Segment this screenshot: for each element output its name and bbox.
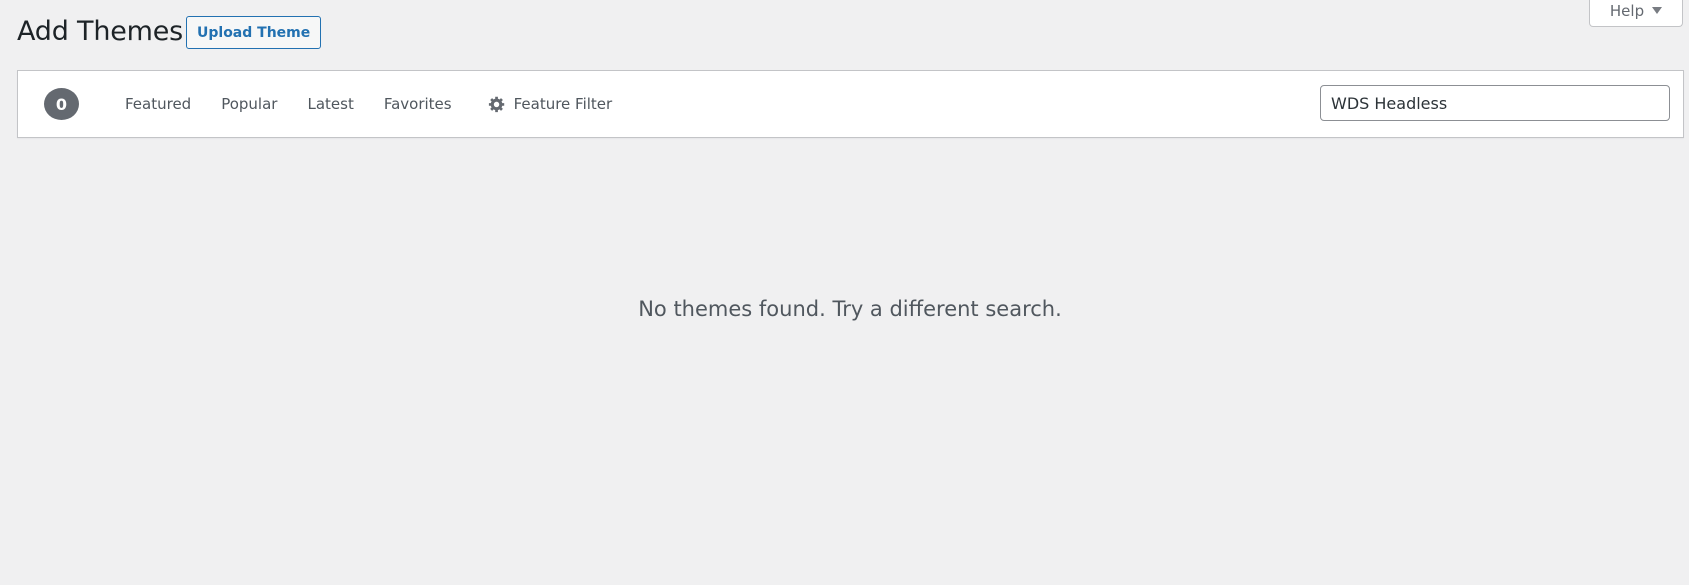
filter-link-featured[interactable]: Featured (125, 95, 191, 113)
filter-link-latest[interactable]: Latest (307, 95, 353, 113)
feature-filter-button[interactable]: Feature Filter (488, 95, 613, 113)
feature-filter-label: Feature Filter (513, 95, 613, 113)
page: Help Add Themes Upload Theme 0 Featured … (0, 0, 1689, 585)
caret-down-icon (1652, 6, 1663, 14)
upload-theme-button[interactable]: Upload Theme (186, 16, 322, 49)
theme-filter-bar: 0 Featured Popular Latest Favorites Feat… (17, 70, 1684, 138)
help-tab-button[interactable]: Help (1589, 0, 1683, 27)
no-themes-message: No themes found. Try a different search. (638, 297, 1062, 321)
search-themes-input[interactable] (1320, 85, 1670, 121)
filter-links: Featured Popular Latest Favorites Featur… (125, 71, 612, 137)
gear-icon (488, 96, 504, 113)
page-title: Add Themes (17, 16, 184, 47)
filter-link-popular[interactable]: Popular (221, 95, 277, 113)
help-label: Help (1609, 2, 1645, 20)
theme-count-badge: 0 (44, 88, 79, 120)
filter-link-favorites[interactable]: Favorites (384, 95, 452, 113)
